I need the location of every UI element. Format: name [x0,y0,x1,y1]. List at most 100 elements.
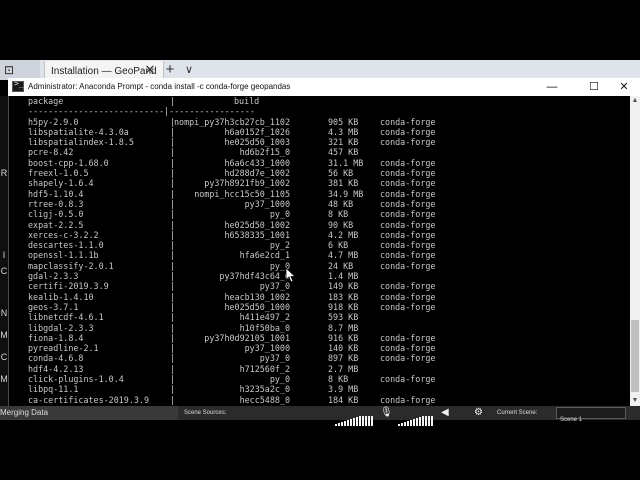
package-row: xerces-c-3.2.2 | h6538335_1001 4.2 MB conda-… [28,230,608,240]
package-name: click-plugins-1.0.4 [28,374,124,385]
package-size: 149 KB [328,281,359,292]
tab-list-chevron-icon[interactable]: ∨ [182,61,196,79]
tab-close-icon[interactable]: ✕ [143,62,157,78]
package-channel: conda-forge [380,260,436,271]
package-channel: conda-forge [380,394,436,405]
package-size: 916 KB [328,332,359,343]
column-separator: | [170,209,176,220]
package-build: h6a6c433_1000 [224,157,290,168]
column-separator: | [170,394,176,405]
package-channel: conda-forge [380,209,436,220]
background-window-letter: C [0,266,8,276]
package-channel: conda-forge [380,291,436,302]
close-button[interactable]: ✕ [610,78,638,96]
package-row: fiona-1.8.4 | py37h0d92105_1001 916 KB conda… [28,333,608,343]
package-name: descartes-1.1.0 [28,240,104,251]
background-window-letter: M [0,374,8,384]
package-size: 2.7 MB [328,363,359,374]
package-row: cligj-0.5.0 | py_0 8 KB conda-forge [28,209,608,219]
package-size: 6 KB [328,240,349,251]
column-separator: | [170,343,176,354]
package-size: 321 KB [328,137,359,148]
package-size: 457 KB [328,147,359,158]
package-build: hecc5488_0 [239,394,290,405]
package-row: descartes-1.1.0 | py_2 6 KB conda-forge [28,240,608,250]
package-name: pyreadline-2.1 [28,343,99,354]
package-name: libspatialite-4.3.0a [28,126,129,137]
microphone-icon[interactable]: 🎙 [380,406,393,420]
scroll-up-arrow-icon[interactable]: ▲ [630,96,640,106]
package-row: shapely-1.6.4 | py37h8921fb9_1002 381 KB con… [28,178,608,188]
column-separator: | [170,384,176,395]
maximize-button[interactable]: ☐ [580,78,608,96]
package-build: h3235a2c_0 [239,384,290,395]
package-channel: conda-forge [380,374,436,385]
package-channel: conda-forge [380,240,436,251]
package-size: 4.2 MB [328,229,359,240]
package-build: h712560f_2 [239,363,290,374]
package-row: hdf4-4.2.13 | h712560f_2 2.7 MB [28,364,608,374]
new-tab-button[interactable]: + [163,61,177,79]
column-separator: | [170,250,176,261]
package-build: h6a0152f_1026 [224,126,290,137]
background-window-letter: I [2,250,6,260]
background-window-letter: R [0,168,8,178]
package-channel: conda-forge [380,198,436,209]
package-build: hd288d7e_1002 [224,168,290,179]
package-name: certifi-2019.3.9 [28,281,109,292]
scroll-down-arrow-icon[interactable]: ▼ [630,396,640,406]
package-name: ca-certificates-2019.3.9 [28,394,150,405]
current-scene-label: Current Scene: [497,410,538,416]
package-row: geos-3.7.1 | he025d50_1000 918 KB conda-forg… [28,302,608,312]
package-row: certifi-2019.3.9 | py37_0 149 KB conda-forge [28,281,608,291]
package-name: libpq-11.1 [28,384,79,395]
package-name: kealib-1.4.10 [28,291,94,302]
package-channel: conda-forge [380,353,436,364]
package-name: freexl-1.0.5 [28,168,89,179]
column-separator: | [170,301,176,312]
package-size: 31.1 MB [328,157,364,168]
package-row: mapclassify-2.0.1 | py_0 24 KB conda-forge [28,261,608,271]
column-separator: | [170,137,176,148]
column-separator: | [170,353,176,364]
column-separator: | [170,178,176,189]
gear-icon[interactable]: ⚙ [474,406,483,420]
package-size: 4.7 MB [328,250,359,261]
package-channel: conda-forge [380,281,436,292]
package-size: 90 KB [328,219,354,230]
package-name: fiona-1.8.4 [28,332,84,343]
minimize-button[interactable]: — [538,78,566,96]
tab-previous[interactable]: ⊡ [0,60,40,80]
package-name: geos-3.7.1 [28,301,79,312]
console-output[interactable]: package | build ------------------------… [28,96,608,408]
package-size: 24 KB [328,260,354,271]
package-name: pcre-8.42 [28,147,74,158]
tab-previous-icon: ⊡ [4,63,15,77]
package-size: 593 KB [328,312,359,323]
package-build: nompi_py37h3cb27cb_1102 [174,116,290,127]
speaker-icon[interactable]: ◀ [441,406,449,420]
package-build: h10f50ba_0 [239,322,290,333]
package-size: 56 KB [328,168,354,179]
current-scene-field[interactable]: Scene 1 [556,407,626,423]
package-row: libpq-11.1 | h3235a2c_0 3.9 MB [28,384,608,394]
package-size: 48 KB [328,198,354,209]
package-channel: conda-forge [380,219,436,230]
console-divider-row: ---------------------------|------------… [28,106,255,117]
column-separator: | [170,168,176,179]
package-build: hd6b2f15_0 [239,147,290,158]
package-size: 8 KB [328,374,349,385]
package-size: 140 KB [328,343,359,354]
package-build: he025d50_1000 [224,301,290,312]
column-separator: | [170,157,176,168]
package-name: hdf4-4.2.13 [28,363,84,374]
package-name: openssl-1.1.1b [28,250,99,261]
package-channel: conda-forge [380,178,436,189]
package-name: cligj-0.5.0 [28,209,84,220]
scrollbar-thumb[interactable] [631,320,639,392]
console-window-title: Administrator: Anaconda Prompt - conda i… [28,82,291,91]
package-row: conda-4.6.8 | py37_0 897 KB conda-forge [28,353,608,363]
column-separator: | [170,363,176,374]
column-separator: | [170,332,176,343]
package-build: py37_1000 [244,343,290,354]
